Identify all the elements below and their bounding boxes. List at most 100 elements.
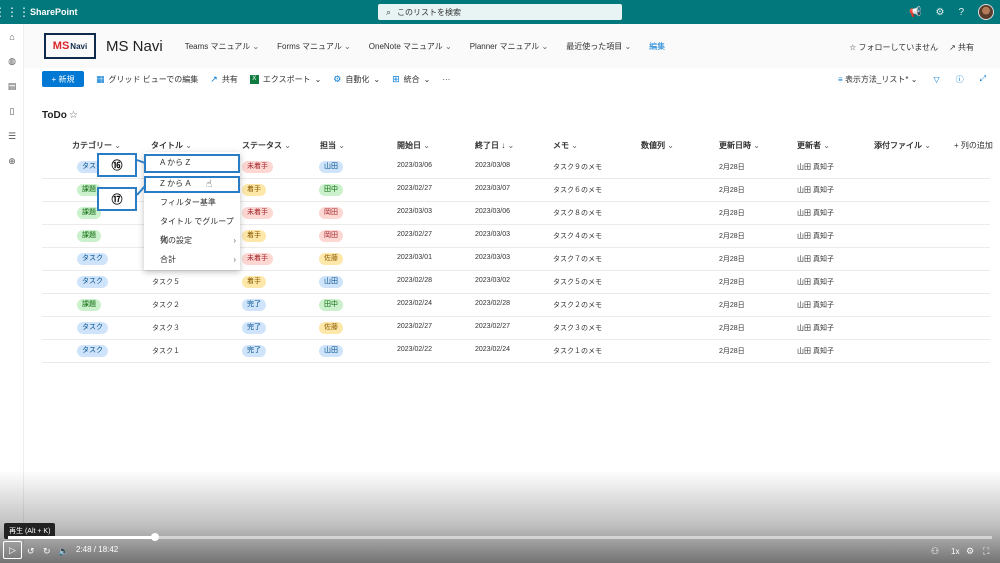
- forward-10-icon[interactable]: ↻: [43, 543, 51, 559]
- menu-item-totals[interactable]: 合計 ›: [144, 251, 240, 269]
- brand-label[interactable]: SharePoint: [30, 7, 78, 17]
- playback-speed[interactable]: 1x: [951, 543, 959, 559]
- create-icon[interactable]: ⊕: [0, 149, 24, 174]
- table-row[interactable]: タスク タスク１ 完了 山田 2023/02/22 2023/02/24 タスク１のメモ 2月…: [42, 340, 990, 363]
- modified-by-cell[interactable]: 山田 真知子: [797, 323, 834, 333]
- top-navigation: Teams マニュアル Forms マニュアル OneNote マニュアル Pl…: [185, 41, 665, 52]
- title-cell[interactable]: タスク１: [152, 346, 180, 356]
- volume-icon[interactable]: 🔈: [58, 543, 69, 559]
- modified-by-cell[interactable]: 山田 真知子: [797, 231, 834, 241]
- grid-edit-button[interactable]: ▦ グリッド ビューでの編集: [96, 74, 198, 85]
- column-header-modified[interactable]: 更新日時 ⌄: [719, 140, 760, 151]
- info-icon[interactable]: ⓘ: [956, 74, 964, 85]
- globe-icon[interactable]: ◍: [0, 49, 24, 74]
- assignee-pill[interactable]: 岡田: [319, 230, 343, 242]
- column-header-start[interactable]: 開始日 ⌄: [397, 140, 430, 151]
- start-date-cell: 2023/02/24: [397, 300, 433, 307]
- nav-recent[interactable]: 最近使った項目: [566, 41, 631, 52]
- nav-onenote[interactable]: OneNote マニュアル: [369, 41, 452, 52]
- view-switcher[interactable]: ≡ 表示方法_リスト* ⌄: [838, 74, 917, 85]
- menu-item-group-by[interactable]: タイトル でグループ化: [144, 213, 240, 244]
- column-header-title[interactable]: タイトル ⌄: [151, 140, 192, 151]
- megaphone-icon[interactable]: 📢: [909, 7, 921, 18]
- nav-forms[interactable]: Forms マニュアル: [277, 41, 351, 52]
- table-row[interactable]: タスク タスク５ 着手 山田 2023/02/28 2023/03/02 タスク５のメモ 2月…: [42, 271, 990, 294]
- assignee-pill[interactable]: 山田: [319, 345, 343, 357]
- column-header-status[interactable]: ステータス ⌄: [242, 140, 291, 151]
- nav-edit-link[interactable]: 編集: [649, 41, 665, 52]
- modified-by-cell[interactable]: 山田 真知子: [797, 208, 834, 218]
- fullscreen-icon[interactable]: ⛶: [983, 543, 989, 559]
- title-cell[interactable]: タスク３: [152, 323, 180, 333]
- column-header-assignee[interactable]: 担当 ⌄: [320, 140, 345, 151]
- rewind-10-icon[interactable]: ↺: [27, 543, 35, 559]
- player-overlay: [0, 470, 1000, 563]
- participants-icon[interactable]: ⚇: [931, 543, 939, 559]
- expand-icon[interactable]: ⤢: [980, 74, 986, 84]
- search-box[interactable]: ⌕ このリストを検索: [378, 4, 622, 20]
- integrate-button[interactable]: ⊞ 統合 ⌄: [392, 74, 430, 85]
- app-launcher-icon[interactable]: ⋮⋮⋮: [0, 0, 30, 24]
- add-column-button[interactable]: + 列の追加: [954, 140, 993, 151]
- assignee-pill[interactable]: 山田: [319, 276, 343, 288]
- site-logo[interactable]: MS Navi: [44, 33, 96, 59]
- status-pill: 着手: [242, 276, 266, 288]
- settings-icon[interactable]: ⚙: [966, 543, 974, 559]
- share-button[interactable]: ↗ 共有: [210, 74, 238, 85]
- site-name[interactable]: MS Navi: [106, 38, 163, 55]
- modified-by-cell[interactable]: 山田 真知子: [797, 277, 834, 287]
- automate-button[interactable]: ⚙ 自動化 ⌄: [333, 74, 380, 85]
- modified-by-cell[interactable]: 山田 真知子: [797, 346, 834, 356]
- search-placeholder: このリストを検索: [397, 7, 462, 17]
- title-cell[interactable]: タスク２: [152, 300, 180, 310]
- list-icon[interactable]: ☰: [0, 124, 24, 149]
- menu-item-column-settings[interactable]: 列の設定 ›: [144, 232, 240, 250]
- favorite-star-icon[interactable]: ☆: [69, 110, 78, 121]
- column-header-modified-by[interactable]: 更新者 ⌄: [797, 140, 830, 151]
- more-button[interactable]: ···: [442, 75, 450, 84]
- help-icon[interactable]: ?: [958, 7, 964, 18]
- modified-by-cell[interactable]: 山田 真知子: [797, 254, 834, 264]
- memo-cell: タスク６のメモ: [553, 187, 602, 194]
- export-button[interactable]: X エクスポート ⌄: [249, 74, 321, 85]
- category-pill: タスク: [77, 345, 108, 357]
- title-cell[interactable]: タスク５: [152, 277, 180, 287]
- excel-icon: X: [249, 74, 259, 84]
- filter-icon[interactable]: ▽: [933, 75, 939, 84]
- start-date-cell: 2023/02/22: [397, 346, 433, 353]
- column-header-attachment[interactable]: 添付ファイル ⌄: [874, 140, 931, 151]
- modified-by-cell[interactable]: 山田 真知子: [797, 300, 834, 310]
- assignee-pill[interactable]: 田中: [319, 299, 343, 311]
- assignee-pill[interactable]: 田中: [319, 184, 343, 196]
- status-pill: 未着手: [242, 207, 273, 219]
- seek-bar[interactable]: [8, 533, 992, 541]
- menu-item-filter-by[interactable]: フィルター基準: [144, 194, 240, 212]
- column-header-category[interactable]: カテゴリー ⌄: [72, 140, 121, 151]
- new-button[interactable]: + 新規: [42, 71, 84, 87]
- seek-knob[interactable]: [150, 533, 159, 541]
- highlight-box-z-a: [144, 176, 240, 193]
- settings-gear-icon[interactable]: ⚙: [935, 7, 944, 18]
- column-header-memo[interactable]: メモ ⌄: [553, 140, 578, 151]
- modified-cell: 2月28日: [719, 164, 745, 171]
- modified-by-cell[interactable]: 山田 真知子: [797, 162, 834, 172]
- column-header-number[interactable]: 数値列 ⌄: [641, 140, 674, 151]
- nav-teams[interactable]: Teams マニュアル: [185, 41, 259, 52]
- modified-cell: 2月28日: [719, 325, 745, 332]
- avatar[interactable]: [978, 4, 994, 20]
- home-icon[interactable]: ⌂: [0, 24, 24, 49]
- nav-planner[interactable]: Planner マニュアル: [470, 41, 549, 52]
- play-button[interactable]: ▷: [3, 541, 22, 559]
- assignee-pill[interactable]: 山田: [319, 161, 343, 173]
- table-row[interactable]: 課題 タスク２ 完了 田中 2023/02/24 2023/02/28 タスク２のメモ 2月2…: [42, 294, 990, 317]
- file-icon[interactable]: ▯: [0, 99, 24, 124]
- table-row[interactable]: タスク タスク３ 完了 佐藤 2023/02/27 2023/02/27 タスク３のメモ 2月…: [42, 317, 990, 340]
- assignee-pill[interactable]: 岡田: [319, 207, 343, 219]
- column-header-end[interactable]: 終了日 ↓ ⌄: [475, 140, 514, 151]
- assignee-pill[interactable]: 佐藤: [319, 253, 343, 265]
- news-icon[interactable]: ▤: [0, 74, 24, 99]
- share-site-button[interactable]: ↗ 共有: [949, 42, 974, 53]
- modified-by-cell[interactable]: 山田 真知子: [797, 185, 834, 195]
- follow-button[interactable]: ☆ フォローしていません: [849, 42, 938, 53]
- assignee-pill[interactable]: 佐藤: [319, 322, 343, 334]
